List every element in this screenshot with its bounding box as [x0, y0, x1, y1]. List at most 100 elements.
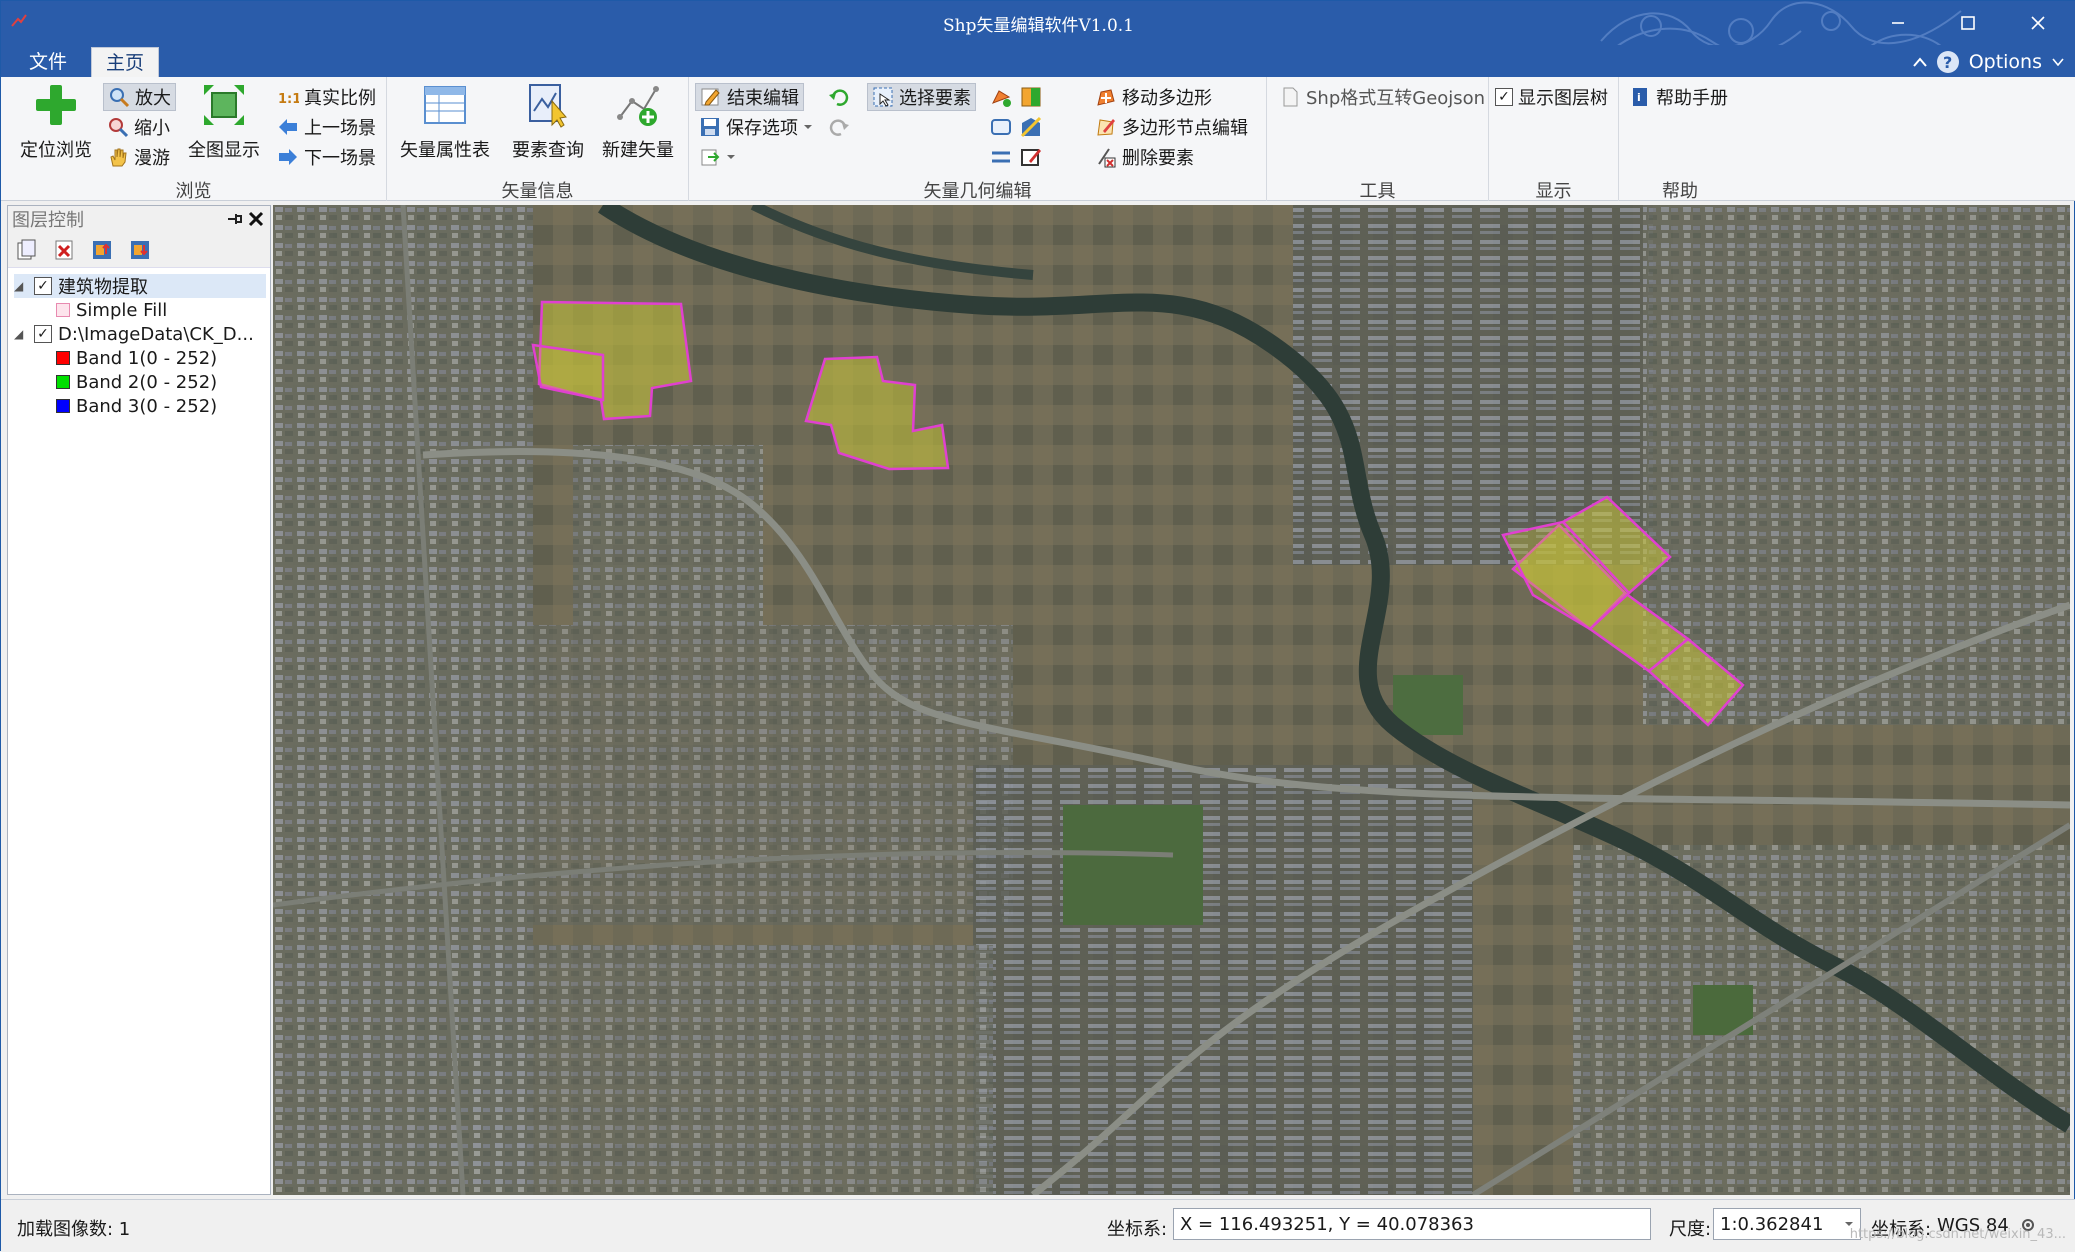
new-vector-button[interactable]: 新建矢量 [595, 81, 681, 169]
merge-polygon-icon[interactable] [1019, 115, 1043, 139]
satellite-image [273, 205, 2070, 1195]
export-button[interactable] [695, 143, 740, 171]
layer-row-raster[interactable]: ◢ ✓ D:\ImageData\CK_D... [14, 322, 254, 346]
feature-query-button[interactable]: 要素查询 [505, 81, 591, 169]
redo-icon[interactable] [827, 115, 851, 139]
export-icon [701, 149, 720, 166]
minimize-button[interactable] [1871, 1, 1925, 45]
collapse-ribbon-icon[interactable] [1912, 57, 1927, 67]
move-polygon-label: 移动多边形 [1122, 88, 1212, 109]
watermark-text: https://blog.csdn.net/weixin_43... [1849, 1227, 2066, 1242]
undo-icon[interactable] [827, 85, 851, 109]
polygon-node-edit-button[interactable]: 多边形节点编辑 [1091, 113, 1252, 141]
minimize-icon [1892, 22, 1904, 24]
layer-visibility-checkbox[interactable]: ✓ [34, 325, 52, 343]
true-scale-button[interactable]: 1:1 真实比例 [273, 83, 380, 111]
pan-button[interactable]: 漫游 [103, 143, 174, 171]
group-label-geometry-edit: 矢量几何编辑 [923, 181, 1032, 202]
show-layer-tree-checkbox[interactable]: ✓ [1495, 88, 1513, 106]
legend-label: Band 2(0 - 252) [76, 371, 218, 393]
group-tools: Shp格式互转Geojson 工具 [1267, 77, 1489, 202]
save-icon [701, 118, 719, 136]
end-edit-label: 结束编辑 [727, 88, 799, 109]
legend-item: Band 2(0 - 252) [56, 370, 217, 394]
tab-file[interactable]: 文件 [15, 47, 81, 77]
legend-swatch [56, 399, 70, 413]
legend-label: Simple Fill [76, 299, 168, 321]
legend-swatch [56, 375, 70, 389]
shp-to-geojson-label: Shp格式互转Geojson [1306, 88, 1486, 109]
delete-feature-button[interactable]: 删除要素 [1091, 143, 1198, 171]
full-extent-button[interactable]: 全图显示 [181, 81, 267, 169]
close-panel-icon[interactable] [248, 211, 264, 227]
split-polygon-icon[interactable] [1019, 85, 1043, 109]
maximize-button[interactable] [1941, 1, 1995, 45]
full-extent-label: 全图显示 [188, 140, 260, 161]
expand-arrow-icon[interactable]: ◢ [14, 279, 28, 293]
end-edit-button[interactable]: 结束编辑 [695, 83, 804, 111]
title-bar: Shp矢量编辑软件V1.0.1 [1, 1, 2075, 55]
rectangle-shape-icon[interactable] [989, 115, 1013, 139]
layer-up-icon[interactable] [90, 238, 114, 262]
legend-item: Simple Fill [56, 298, 167, 322]
feature-query-label: 要素查询 [512, 140, 584, 161]
shp-to-geojson-button[interactable]: Shp格式互转Geojson [1275, 83, 1489, 111]
map-view[interactable] [273, 205, 2070, 1195]
add-layer-icon[interactable] [14, 238, 38, 262]
group-help: i 帮助手册 帮助 [1619, 77, 1741, 202]
zoom-out-button[interactable]: 缩小 [103, 113, 174, 141]
attribute-table-label: 矢量属性表 [400, 140, 490, 161]
layer-row-buildings[interactable]: ◢ ✓ 建筑物提取 [14, 274, 266, 298]
line-layer-icon[interactable] [989, 145, 1013, 169]
next-scene-label: 下一场景 [304, 148, 376, 169]
help-book-icon: i [1633, 88, 1647, 106]
options-menu[interactable]: Options [1969, 51, 2042, 73]
group-vector-info: 矢量属性表 要素查询 新建矢量 矢量信息 [387, 77, 689, 202]
layer-down-icon[interactable] [128, 238, 152, 262]
next-scene-button[interactable]: 下一场景 [273, 143, 380, 171]
select-feature-icon [873, 87, 893, 107]
attribute-table-button[interactable]: 矢量属性表 [397, 81, 493, 169]
scale-value: 1:0.362841 [1720, 1213, 1824, 1235]
application-window: Shp矢量编辑软件V1.0.1 文件 主页 ? Options 定位浏览 放大 … [0, 0, 2075, 1252]
group-label-vector-info: 矢量信息 [501, 181, 574, 202]
chevron-down-icon[interactable] [2052, 58, 2064, 66]
save-options-button[interactable]: 保存选项 [695, 113, 817, 141]
help-manual-label: 帮助手册 [1656, 88, 1728, 109]
locate-browse-button[interactable]: 定位浏览 [13, 81, 99, 169]
delete-feature-icon [1098, 148, 1116, 168]
layer-control-panel: 图层控制 ◢ ✓ 建筑物提取 Simple Fill ◢ ✓ D:\ImageD… [7, 205, 271, 1195]
zoom-in-label: 放大 [135, 88, 171, 109]
tab-home[interactable]: 主页 [91, 47, 160, 77]
scale-label: 尺度: [1669, 1219, 1712, 1240]
help-question-icon[interactable]: ? [1936, 51, 1959, 73]
previous-scene-button[interactable]: 上一场景 [273, 113, 380, 141]
close-window-button[interactable] [2011, 1, 2065, 45]
select-feature-button[interactable]: 选择要素 [867, 83, 976, 111]
show-layer-tree-toggle[interactable]: ✓ 显示图层树 [1491, 83, 1612, 111]
help-manual-button[interactable]: i 帮助手册 [1625, 83, 1732, 111]
pin-icon[interactable] [226, 211, 242, 227]
delete-feature-label: 删除要素 [1122, 148, 1194, 169]
svg-text:i: i [1637, 91, 1641, 104]
move-polygon-button[interactable]: 移动多边形 [1091, 83, 1216, 111]
polygon-node-edit-label: 多边形节点编辑 [1122, 118, 1248, 139]
add-vertex-icon[interactable] [989, 85, 1013, 109]
legend-item: Band 3(0 - 252) [56, 394, 217, 418]
layer-visibility-checkbox[interactable]: ✓ [34, 277, 52, 295]
expand-arrow-icon[interactable]: ◢ [14, 327, 28, 341]
hand-icon [110, 148, 127, 167]
dropdown-arrow-icon [727, 155, 735, 159]
edit-shape-icon[interactable] [1019, 145, 1043, 169]
true-scale-label: 真实比例 [304, 88, 376, 109]
legend-item: Band 1(0 - 252) [56, 346, 217, 370]
scale-select[interactable]: 1:0.362841 [1713, 1208, 1861, 1240]
group-label-display: 显示 [1535, 181, 1572, 202]
loaded-images-count: 加载图像数: 1 [17, 1219, 131, 1240]
group-label-tools: 工具 [1359, 181, 1396, 202]
remove-layer-icon[interactable] [52, 238, 76, 262]
options-area: ? Options [1912, 49, 2064, 75]
zoom-in-button[interactable]: 放大 [103, 83, 176, 111]
maximize-icon [1961, 16, 1975, 30]
status-bar: 加载图像数: 1 坐标系: X = 116.493251, Y = 40.078… [1, 1199, 2075, 1252]
